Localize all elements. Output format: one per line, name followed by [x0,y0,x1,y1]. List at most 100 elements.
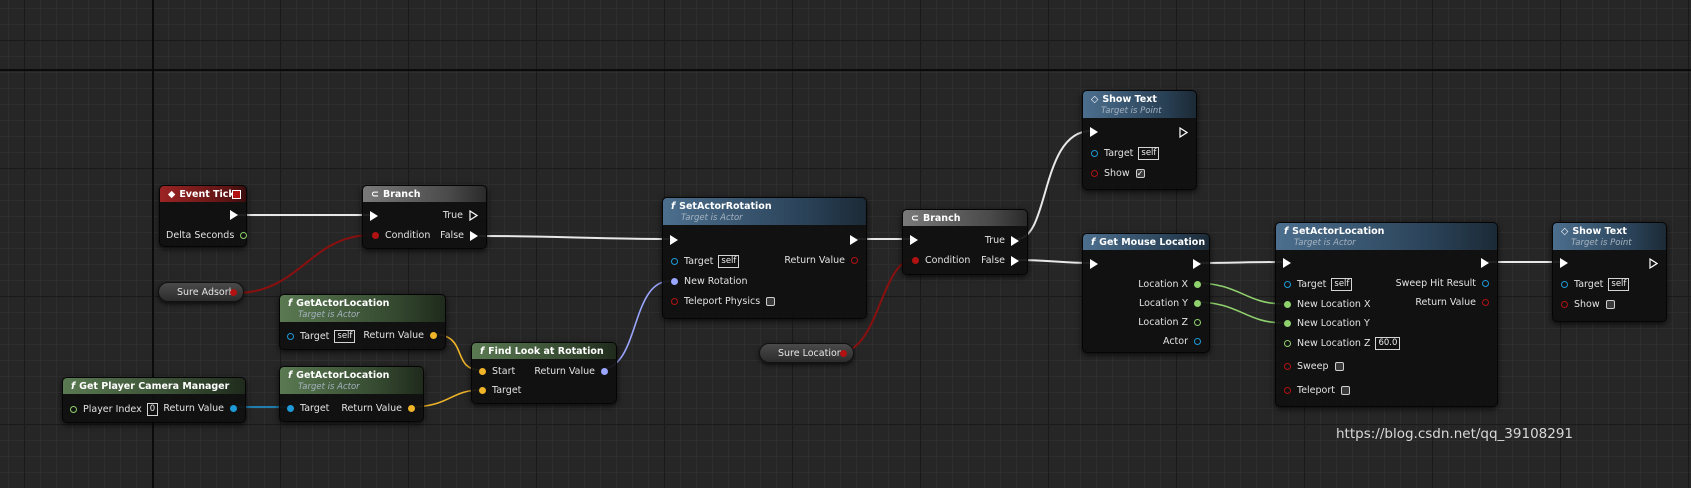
pin-dot[interactable] [70,406,77,413]
pin-dot[interactable] [479,368,486,375]
show-text-node[interactable]: ◇ Show Text Target is Point Target self Sho… [1552,222,1667,322]
pin-dot[interactable] [1561,301,1568,308]
pin-dot[interactable] [1482,280,1489,287]
target-pin[interactable]: Target self [1284,278,1353,291]
exec-in-pin[interactable] [370,211,378,221]
target-pin[interactable]: Target self [1091,147,1160,160]
pin-dot[interactable] [1194,281,1201,288]
branch-node[interactable]: ⊂ Branch True Condition False [902,209,1028,275]
pin-dot[interactable] [1284,363,1291,370]
blueprint-graph[interactable]: ◆ Event Tick Delta Seconds ⊂ Branch True C… [0,0,1691,488]
sweep-hit-result-pin[interactable]: Sweep Hit Result [1396,278,1489,289]
sure-adsorb-variable[interactable]: Sure Adsorb [158,282,244,302]
false-pin[interactable]: False [440,230,478,241]
pin-dot[interactable] [1284,320,1291,327]
exec-out-pin[interactable] [1481,258,1489,268]
target-pin[interactable]: Target self [671,255,740,268]
pin-dot[interactable] [287,333,294,340]
condition-pin[interactable]: Condition [912,255,970,266]
pin-dot[interactable] [840,350,847,357]
self-value[interactable]: self [1138,147,1160,160]
exec-out-pin[interactable] [1649,257,1659,270]
target-pin[interactable]: Target self [287,330,356,343]
pin-dot[interactable] [430,332,437,339]
show-pin[interactable]: Show [1561,299,1615,310]
new-location-y-pin[interactable]: New Location Y [1284,318,1370,329]
pin-dot[interactable] [230,405,237,412]
sweep-checkbox[interactable] [1334,362,1344,371]
get-actor-location-node[interactable]: f GetActorLocation Target is Actor Target … [279,366,424,422]
show-text-node[interactable]: ◇ Show Text Target is Point Target self Sho… [1082,90,1197,190]
exec-in-pin[interactable] [910,235,918,245]
pin-dot[interactable] [479,387,486,394]
teleport-physics-pin[interactable]: Teleport Physics [671,296,776,307]
pin-dot[interactable] [671,298,678,305]
self-value[interactable]: self [334,330,356,343]
return-value-pin[interactable]: Return Value [534,366,608,377]
actor-pin[interactable]: Actor [1163,336,1201,347]
false-pin[interactable]: False [981,255,1019,266]
new-rotation-pin[interactable]: New Rotation [671,276,747,287]
sure-location-variable[interactable]: Sure Location [759,343,854,363]
exec-outline-icon[interactable] [1649,257,1659,270]
pin-dot[interactable] [1284,340,1291,347]
delta-seconds-pin[interactable]: Delta Seconds [166,230,248,241]
pin-dot[interactable] [671,278,678,285]
pin-dot[interactable] [601,368,608,375]
start-pin[interactable]: Start [479,366,515,377]
branch-node[interactable]: ⊂ Branch True Condition False [362,185,487,249]
show-pin[interactable]: Show ✓ [1091,168,1145,179]
get-player-camera-manager-node[interactable]: f Get Player Camera Manager Player Index 0… [62,377,246,423]
pin-dot[interactable] [671,258,678,265]
pin-dot[interactable] [1482,299,1489,306]
pin-dot[interactable] [230,289,237,296]
exec-in-pin[interactable] [1090,259,1098,269]
exec-out-pin[interactable] [230,210,238,220]
true-pin[interactable]: True [443,209,479,222]
pin-dot[interactable] [1284,281,1291,288]
find-look-at-rotation-node[interactable]: f Find Look at Rotation Start Return Valu… [471,342,617,404]
teleport-checkbox[interactable] [1341,386,1350,395]
show-checkbox[interactable]: ✓ [1135,169,1145,178]
pin-dot[interactable] [1284,387,1291,394]
sweep-pin[interactable]: Sweep [1284,361,1344,372]
condition-pin[interactable]: Condition [372,230,430,241]
show-checkbox[interactable] [1605,300,1615,309]
teleport-physics-checkbox[interactable] [766,297,776,306]
return-value-pin[interactable]: Return Value [1415,297,1489,308]
target-pin[interactable]: Target self [1561,278,1630,291]
return-value-pin[interactable]: Return Value [784,255,858,266]
location-y-pin[interactable]: Location Y [1139,298,1201,309]
pin-dot[interactable] [1194,338,1201,345]
exec-outline-icon[interactable] [469,209,479,222]
pin-dot[interactable] [1561,281,1568,288]
pin-dot[interactable] [408,405,415,412]
set-actor-rotation-node[interactable]: f SetActorRotation Target is Actor Target s… [662,197,867,319]
target-pin[interactable]: Target [287,403,329,414]
true-pin[interactable]: True [985,235,1019,246]
exec-in-pin[interactable] [1090,127,1098,137]
exec-out-pin[interactable] [1193,259,1201,269]
new-location-z-pin[interactable]: New Location Z 60.0 [1284,337,1401,350]
return-value-pin[interactable]: Return Value [363,330,437,341]
pin-dot[interactable] [1194,300,1201,307]
pin-dot[interactable] [287,405,294,412]
exec-out-pin[interactable] [1179,126,1189,139]
pin-dot[interactable] [1284,301,1291,308]
exec-in-pin[interactable] [670,235,678,245]
get-mouse-location-node[interactable]: f Get Mouse Location Location X Location … [1082,233,1210,353]
pin-dot[interactable] [912,257,919,264]
event-tick-node[interactable]: ◆ Event Tick Delta Seconds [159,185,248,247]
set-actor-location-node[interactable]: f SetActorLocation Target is Actor Target s… [1275,222,1498,407]
exec-in-pin[interactable] [1283,258,1291,268]
return-value-pin[interactable]: Return Value [163,403,237,414]
teleport-pin[interactable]: Teleport [1284,385,1350,396]
self-value[interactable]: self [718,255,740,268]
get-actor-location-node[interactable]: f GetActorLocation Target is Actor Target s… [279,294,446,350]
self-value[interactable]: self [1608,278,1630,291]
player-index-value[interactable]: 0 [146,403,159,416]
event-delegate-icon[interactable] [232,190,241,199]
player-index-pin[interactable]: Player Index 0 [70,403,159,416]
new-location-z-value[interactable]: 60.0 [1375,337,1401,350]
pin-dot[interactable] [1194,319,1201,326]
